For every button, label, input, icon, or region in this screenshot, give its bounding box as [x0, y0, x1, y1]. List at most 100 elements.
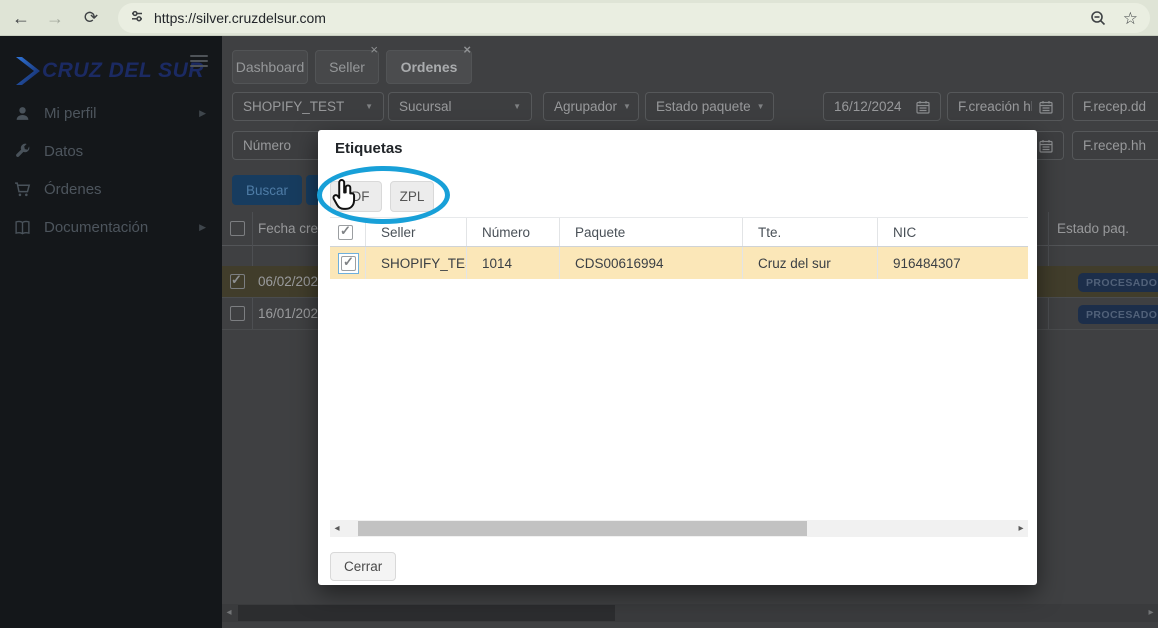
sidebar-nav: Mi perfil ▶ Datos Órdenes Documentación …: [0, 94, 222, 246]
caret-down-icon: ▼: [756, 102, 765, 111]
frecep-dd-input[interactable]: F.recep.dd: [1072, 92, 1158, 121]
row-checkbox[interactable]: ✓: [338, 252, 359, 274]
url-text[interactable]: https://silver.cruzdelsur.com: [154, 10, 1090, 26]
back-icon[interactable]: ←: [8, 5, 34, 31]
user-icon: [14, 105, 36, 122]
tab-ordenes[interactable]: Ordenes ×: [386, 43, 472, 84]
wrench-icon: [14, 143, 36, 160]
address-bar[interactable]: https://silver.cruzdelsur.com ☆: [118, 3, 1150, 33]
tab-label: Dashboard: [235, 59, 305, 75]
modal-horizontal-scrollbar[interactable]: ◂ ▸: [330, 520, 1028, 537]
fecha-creacion-dd-input[interactable]: 16/12/2024: [823, 92, 941, 121]
browser-toolbar: ← → ⟳ https://silver.cruzdelsur.com ☆: [0, 0, 1158, 36]
caret-down-icon: ▼: [513, 102, 521, 111]
labels-table-header: ✓ Seller Número Paquete Tte. NIC: [330, 217, 1028, 247]
sidebar-item-documentacion[interactable]: Documentación ▶: [0, 208, 222, 246]
app-window: CRUZ DEL SUR Mi perfil ▶ Datos Órdenes D…: [0, 36, 1158, 628]
zpl-button[interactable]: ZPL: [390, 181, 434, 212]
sucursal-placeholder: Sucursal: [399, 99, 452, 114]
fecha-creacion-dd-value: 16/12/2024: [834, 99, 902, 114]
column-estado-paq: Estado paq.: [1057, 221, 1130, 236]
cell-seller: SHOPIFY_TEST: [366, 247, 467, 279]
zoom-out-icon[interactable]: [1090, 10, 1107, 27]
cerrar-button[interactable]: Cerrar: [330, 552, 397, 581]
estado-paquete-select[interactable]: Estado paquete ▼: [645, 92, 774, 121]
column-fecha-creacion: Fecha crea: [258, 221, 326, 236]
close-tab-icon[interactable]: ×: [463, 43, 471, 56]
fecha-creacion-hh-placeholder: F.creación hh: [958, 99, 1032, 114]
site-settings-icon[interactable]: [130, 9, 144, 28]
chevron-right-icon: ▶: [199, 221, 206, 232]
column-numero: Número: [467, 218, 560, 246]
sidebar-item-ordenes[interactable]: Órdenes: [0, 170, 222, 208]
book-icon: [14, 219, 36, 236]
scroll-right-icon[interactable]: ▸: [1144, 604, 1158, 622]
scroll-left-icon[interactable]: ◂: [222, 604, 236, 622]
logo[interactable]: CRUZ DEL SUR: [0, 48, 222, 94]
column-seller: Seller: [366, 218, 467, 246]
calendar-icon[interactable]: [1033, 100, 1053, 114]
estado-paquete-placeholder: Estado paquete: [656, 99, 751, 114]
screen: ← → ⟳ https://silver.cruzdelsur.com ☆ CR…: [0, 0, 1158, 628]
sidebar: CRUZ DEL SUR Mi perfil ▶ Datos Órdenes D…: [0, 36, 222, 628]
row-fecha: 06/02/2025: [258, 274, 326, 289]
scrollbar-thumb[interactable]: [358, 521, 807, 536]
bookmark-star-icon[interactable]: ☆: [1123, 10, 1138, 27]
frecep-hh-placeholder: F.recep.hh: [1083, 138, 1147, 153]
tab-label: Ordenes: [400, 59, 458, 75]
labels-table: ✓ Seller Número Paquete Tte. NIC ✓ SHOPI…: [330, 217, 1028, 279]
chevron-right-icon: ▶: [199, 107, 206, 118]
hamburger-menu-icon[interactable]: [190, 52, 208, 70]
calendar-icon[interactable]: [910, 100, 930, 114]
column-nic: NIC: [893, 224, 917, 240]
sucursal-select[interactable]: Sucursal ▼: [388, 92, 532, 121]
cell-tte: Cruz del sur: [743, 247, 878, 279]
main-horizontal-scrollbar[interactable]: ◂ ▸: [222, 604, 1158, 622]
column-tte: Tte.: [743, 218, 878, 246]
row-checkbox[interactable]: ✓: [230, 272, 245, 289]
cell-paquete: CDS00616994: [560, 247, 743, 279]
select-all-checkbox[interactable]: [230, 221, 245, 236]
close-tab-icon[interactable]: ×: [370, 43, 378, 56]
pdf-button[interactable]: PDF: [330, 181, 382, 212]
check-icon: ✓: [343, 253, 354, 269]
frecep-dd-placeholder: F.recep.dd: [1083, 99, 1147, 114]
label-row[interactable]: ✓ SHOPIFY_TEST 1014 CDS00616994 Cruz del…: [330, 247, 1028, 279]
fecha-creacion-hh-input[interactable]: F.creación hh: [947, 92, 1064, 121]
column-paquete: Paquete: [560, 218, 743, 246]
numero-placeholder: Número: [243, 138, 292, 153]
etiquetas-modal: Etiquetas PDF ZPL ✓ Seller Número Paquet…: [318, 130, 1037, 585]
sidebar-item-mi-perfil[interactable]: Mi perfil ▶: [0, 94, 222, 132]
status-badge: PROCESADO: [1078, 273, 1158, 292]
frecep-hh-input[interactable]: F.recep.hh: [1072, 131, 1158, 160]
row-checkbox[interactable]: [230, 306, 245, 321]
seller-select[interactable]: SHOPIFY_TEST ▼: [232, 92, 384, 121]
caret-down-icon: ▼: [365, 102, 373, 111]
sidebar-item-label: Documentación: [44, 218, 149, 236]
row-fecha: 16/01/2025: [258, 306, 326, 321]
sidebar-item-label: Órdenes: [44, 180, 102, 198]
select-all-checkbox[interactable]: ✓: [338, 222, 353, 240]
reload-icon[interactable]: ⟳: [78, 5, 104, 31]
scrollbar-thumb[interactable]: [238, 605, 615, 621]
sidebar-item-label: Mi perfil: [44, 104, 97, 122]
forward-icon[interactable]: →: [42, 5, 68, 31]
check-icon: ✓: [340, 222, 351, 238]
tab-seller[interactable]: Seller ×: [315, 43, 379, 84]
check-icon: ✓: [231, 272, 242, 287]
cell-nic: 916484307: [893, 255, 961, 271]
cart-icon: [14, 181, 36, 198]
agrupador-select[interactable]: Agrupador ▼: [543, 92, 639, 121]
agrupador-placeholder: Agrupador: [554, 99, 618, 114]
status-badge: PROCESADO: [1078, 305, 1158, 324]
tab-label: Seller: [329, 59, 365, 75]
buscar-button[interactable]: Buscar: [232, 175, 303, 205]
tab-dashboard[interactable]: Dashboard: [232, 50, 308, 84]
cell-numero: 1014: [467, 247, 560, 279]
scroll-right-icon[interactable]: ▸: [1014, 520, 1028, 537]
logo-text: CRUZ DEL SUR: [42, 59, 204, 82]
scroll-left-icon[interactable]: ◂: [330, 520, 344, 537]
seller-select-value: SHOPIFY_TEST: [243, 99, 345, 114]
sidebar-item-datos[interactable]: Datos: [0, 132, 222, 170]
sidebar-item-label: Datos: [44, 142, 84, 160]
